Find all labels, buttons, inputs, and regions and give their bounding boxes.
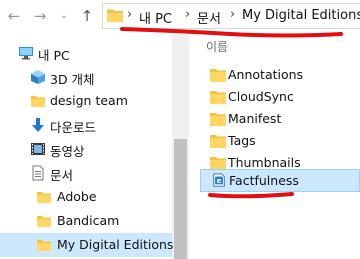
sidebar-item-label: 문서 [50, 168, 74, 183]
forward-button[interactable]: → [30, 6, 50, 26]
sidebar-item-design-team[interactable]: design team [0, 89, 172, 113]
list-item[interactable]: Tags [200, 130, 360, 153]
sidebar-item-videos[interactable]: 동영상 [0, 137, 172, 161]
sidebar-item-label: design team [50, 93, 128, 108]
item-name: Factfulness [229, 173, 299, 188]
sidebar-item-label: Adobe [57, 189, 97, 204]
folder-icon [37, 216, 51, 227]
sidebar-item-label: Bandicam [57, 213, 120, 228]
recent-locations-button[interactable]: ⌄ [54, 6, 74, 26]
video-icon [31, 143, 45, 155]
documents-icon [32, 165, 44, 181]
sidebar-item-label: 3D 개체 [50, 72, 95, 87]
list-item[interactable]: CloudSync [200, 86, 360, 109]
list-item-selected[interactable]: e Factfulness [200, 169, 360, 192]
list-item[interactable]: Manifest [200, 108, 360, 131]
back-button[interactable]: ← [4, 6, 24, 26]
folder-icon [210, 135, 226, 148]
item-name: Tags [228, 133, 256, 148]
folder-icon [31, 96, 45, 107]
folder-icon [210, 157, 226, 170]
ebook-file-icon: e [213, 173, 225, 187]
folder-icon [210, 91, 226, 104]
breadcrumb-separator: › [127, 7, 133, 22]
right-arrow-icon: → [33, 6, 47, 25]
column-header-name[interactable]: 이름 [206, 38, 228, 55]
breadcrumb-separator: › [185, 7, 191, 22]
3d-objects-icon [31, 70, 45, 84]
breadcrumb-this-pc[interactable]: 내 PC [139, 8, 172, 27]
item-name: Manifest [228, 111, 282, 126]
folder-icon [37, 240, 51, 251]
breadcrumb-documents[interactable]: 문서 [197, 8, 221, 27]
sidebar-item-label: 다운로드 [50, 120, 97, 135]
left-arrow-icon: ← [7, 6, 21, 25]
sidebar-item-3d-objects[interactable]: 3D 개체 [0, 65, 172, 89]
svg-text:e: e [217, 177, 222, 185]
item-name: Thumbnails [228, 155, 301, 170]
up-arrow-icon: ↑ [80, 6, 94, 25]
sidebar-item-documents[interactable]: 문서 [0, 161, 172, 185]
navigation-bar: ← → ⌄ ↑ › 내 PC › 문서 › My Digital Edition… [0, 0, 360, 34]
list-item[interactable]: Annotations [200, 64, 360, 87]
folder-icon [210, 113, 226, 126]
folder-icon [37, 192, 51, 203]
up-button[interactable]: ↑ [77, 6, 97, 26]
item-name: CloudSync [228, 89, 294, 104]
item-name: Annotations [228, 67, 304, 82]
download-icon [32, 118, 44, 132]
sidebar-item-label: 동영상 [50, 144, 85, 159]
address-bar[interactable]: › 내 PC › 문서 › My Digital Editions [102, 3, 360, 29]
sidebar-scrollbar-thumb[interactable] [174, 139, 187, 259]
breadcrumb-separator: › [230, 7, 236, 22]
sidebar-item-adobe[interactable]: Adobe [0, 185, 172, 209]
folder-icon [210, 69, 226, 82]
breadcrumb-my-digital-editions[interactable]: My Digital Editions [242, 8, 360, 23]
sidebar-item-label: 내 PC [38, 48, 70, 63]
folder-icon [107, 9, 123, 22]
chevron-down-icon: ⌄ [59, 10, 69, 21]
sidebar-item-label: My Digital Editions [57, 237, 174, 252]
computer-icon [19, 47, 33, 60]
sidebar-item-my-digital-editions[interactable]: My Digital Editions [0, 233, 174, 257]
sidebar-item-downloads[interactable]: 다운로드 [0, 113, 172, 137]
sidebar-item-bandicam[interactable]: Bandicam [0, 209, 172, 233]
sidebar-item-this-pc[interactable]: 내 PC [0, 41, 172, 65]
